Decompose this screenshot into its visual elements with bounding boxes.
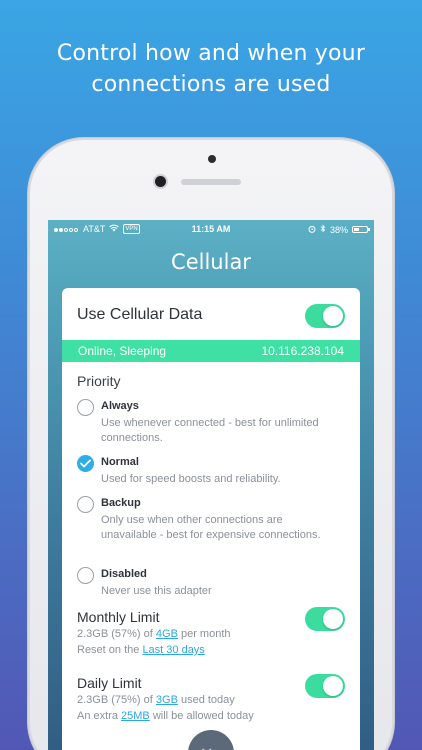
bluetooth-icon <box>320 224 326 235</box>
daily-extra-prefix: An extra <box>77 710 118 722</box>
cellular-settings-card: Use Cellular Data Online, Sleeping 10.11… <box>62 288 360 750</box>
daily-limit-link[interactable]: 3GB <box>156 694 178 706</box>
battery-icon <box>352 226 370 233</box>
page-title: Cellular <box>171 250 251 274</box>
option-label: Normal <box>101 456 139 468</box>
monthly-reset-prefix: Reset on the <box>77 644 140 656</box>
ip-address: 10.116.238.104 <box>261 344 344 358</box>
headline: Control how and when your connections ar… <box>0 38 422 100</box>
headline-line-1: Control how and when your <box>56 41 366 66</box>
use-cellular-toggle[interactable] <box>305 304 345 328</box>
extra-allowance-link[interactable]: 25MB <box>121 710 150 722</box>
priority-option-always[interactable]: Always Use whenever connected - best for… <box>77 399 347 445</box>
option-description: Use whenever connected - best for unlimi… <box>101 417 319 444</box>
daily-usage-prefix: 2.3GB (75%) of <box>77 694 153 706</box>
radio-checked-icon[interactable] <box>77 455 94 472</box>
connection-status-text: Online, Sleeping <box>78 344 167 358</box>
option-description: Used for speed boosts and reliability. <box>101 473 281 485</box>
front-camera <box>155 176 166 187</box>
radio-unchecked-icon[interactable] <box>77 399 94 416</box>
monthly-reset-line: Reset on the Last 30 days <box>77 644 205 656</box>
battery-percent: 38% <box>329 224 348 235</box>
phone-frame: AT&T VPN 11:15 AM 38% Cellular Use Cellu… <box>28 138 394 750</box>
option-label: Always <box>101 400 139 412</box>
toggle-knob <box>323 609 343 629</box>
option-label: Backup <box>101 497 141 509</box>
option-label: Disabled <box>101 568 147 580</box>
daily-usage-suffix: used today <box>180 694 235 706</box>
option-description: Only use when other connections are unav… <box>101 514 321 541</box>
option-description: Never use this adapter <box>101 585 212 597</box>
monthly-limit-title: Monthly Limit <box>77 609 160 625</box>
toggle-knob <box>323 676 343 696</box>
toggle-knob <box>323 306 343 326</box>
daily-usage-line: 2.3GB (75%) of 3GB used today <box>77 694 235 706</box>
ios-status-bar: AT&T VPN 11:15 AM 38% <box>48 220 374 238</box>
headline-line-2: connections are used <box>91 72 331 97</box>
monthly-usage-prefix: 2.3GB (57%) of <box>77 628 153 640</box>
monthly-limit-toggle[interactable] <box>305 607 345 631</box>
proximity-sensor <box>208 155 216 163</box>
monthly-usage-suffix: per month <box>180 628 231 640</box>
use-cellular-label: Use Cellular Data <box>77 306 203 323</box>
radio-unchecked-icon[interactable] <box>77 567 94 584</box>
daily-extra-suffix: will be allowed today <box>152 710 254 722</box>
radio-unchecked-icon[interactable] <box>77 496 94 513</box>
daily-limit-title: Daily Limit <box>77 675 142 691</box>
daily-extra-line: An extra 25MB will be allowed today <box>77 710 254 722</box>
reset-period-link[interactable]: Last 30 days <box>142 644 204 656</box>
priority-option-normal[interactable]: Normal Used for speed boosts and reliabi… <box>77 455 347 487</box>
connection-status-bar: Online, Sleeping 10.116.238.104 <box>62 340 360 362</box>
priority-title: Priority <box>77 373 121 389</box>
close-icon: ✕ <box>200 744 213 750</box>
priority-option-disabled[interactable]: Disabled Never use this adapter <box>77 567 347 599</box>
alarm-icon <box>308 225 316 235</box>
phone-screen: AT&T VPN 11:15 AM 38% Cellular Use Cellu… <box>48 220 374 750</box>
monthly-usage-line: 2.3GB (57%) of 4GB per month <box>77 628 231 640</box>
daily-limit-toggle[interactable] <box>305 674 345 698</box>
monthly-limit-link[interactable]: 4GB <box>156 628 178 640</box>
earpiece-speaker <box>181 179 241 185</box>
priority-option-backup[interactable]: Backup Only use when other connections a… <box>77 496 347 558</box>
